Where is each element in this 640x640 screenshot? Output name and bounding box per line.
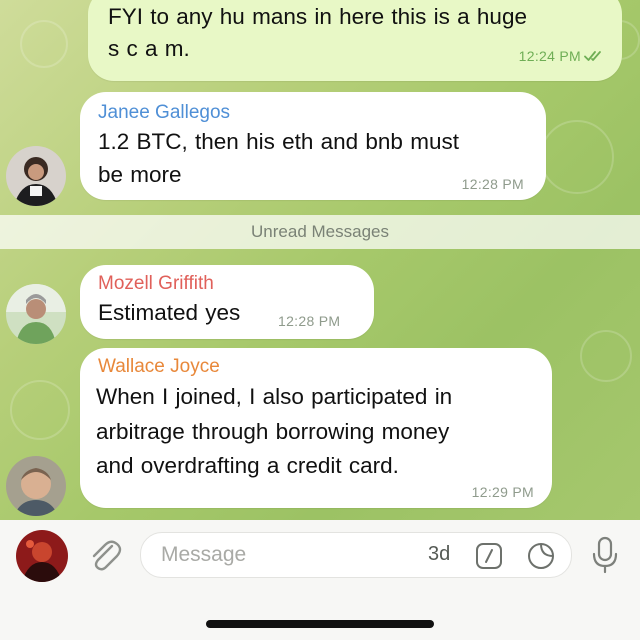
sender-name[interactable]: Mozell Griffith — [98, 273, 214, 295]
avatar-janee-gallegos[interactable] — [6, 146, 66, 206]
message-input[interactable] — [159, 539, 413, 571]
message-text: 1.2 BTC, then his eth and bnb must — [98, 129, 459, 154]
message-time: 12:24 PM — [518, 48, 581, 64]
message-input-container[interactable]: 3d — [140, 532, 572, 578]
message-text: When I joined, I also participated in — [96, 384, 453, 409]
self-destruct-timer-label[interactable]: 3d — [428, 543, 450, 566]
message-time: 12:28 PM — [278, 313, 341, 329]
voice-record-button[interactable] — [588, 534, 622, 578]
paperclip-icon — [92, 540, 122, 571]
message-meta: 12:24 PM — [519, 48, 604, 64]
avatar-mozell-griffith[interactable] — [6, 284, 66, 344]
home-indicator — [206, 620, 434, 628]
sticker-icon — [528, 543, 554, 569]
message-text: be more — [98, 162, 182, 187]
double-check-icon — [584, 51, 601, 61]
message-text: Estimated yes — [98, 300, 241, 325]
avatar-wallace-joyce[interactable] — [6, 456, 66, 516]
message-bubble-outgoing[interactable]: FYI to any hu mans in here this is a hug… — [88, 0, 622, 81]
message-time: 12:28 PM — [461, 176, 524, 192]
attach-button[interactable] — [86, 536, 124, 576]
message-text: and overdrafting a credit card. — [96, 453, 399, 478]
unread-messages-label: Unread Messages — [251, 222, 389, 241]
command-button[interactable] — [474, 541, 504, 571]
own-avatar[interactable] — [16, 530, 68, 582]
message-time: 12:29 PM — [471, 484, 534, 500]
avatar-photo-icon — [6, 456, 66, 516]
sender-name[interactable]: Wallace Joyce — [98, 356, 220, 378]
avatar-photo-icon — [6, 146, 66, 206]
message-bubble-incoming[interactable]: Wallace Joyce When I joined, I also part… — [80, 348, 552, 508]
chat-screen: FYI to any hu mans in here this is a hug… — [0, 0, 640, 640]
message-bubble-incoming[interactable]: Janee Gallegos 1.2 BTC, then his eth and… — [80, 92, 546, 200]
wallpaper-doodle — [10, 380, 70, 440]
message-composer: 3d — [0, 520, 640, 640]
unread-messages-divider: Unread Messages — [0, 215, 640, 249]
microphone-icon — [592, 536, 618, 574]
message-bubble-incoming[interactable]: Mozell Griffith Estimated yes 12:28 PM — [80, 265, 374, 339]
wallpaper-doodle — [20, 20, 68, 68]
wallpaper-doodle — [580, 330, 632, 382]
sender-name[interactable]: Janee Gallegos — [98, 102, 230, 124]
wallpaper-doodle — [540, 120, 614, 194]
message-text: s c a m. — [108, 36, 190, 61]
avatar-photo-icon — [16, 530, 68, 582]
slash-command-icon — [476, 543, 502, 569]
message-text: arbitrage through borrowing money — [96, 419, 450, 444]
avatar-photo-icon — [6, 284, 66, 344]
message-text: FYI to any hu mans in here this is a hug… — [108, 4, 527, 29]
sticker-button[interactable] — [525, 540, 557, 572]
